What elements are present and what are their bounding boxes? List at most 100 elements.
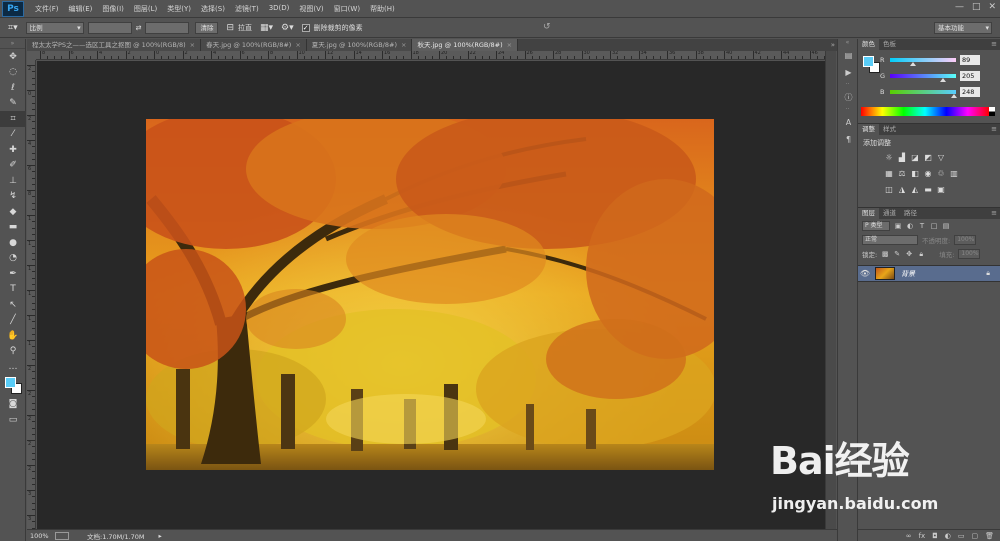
panel-grip[interactable]: » bbox=[0, 39, 25, 49]
levels-icon[interactable]: ▟ bbox=[897, 153, 907, 163]
menu-3d[interactable]: 3D(D) bbox=[264, 4, 295, 14]
slider-thumb[interactable] bbox=[910, 62, 917, 66]
curves-icon[interactable]: ◪ bbox=[910, 153, 920, 163]
quick-mask-icon[interactable]: ◙ bbox=[0, 397, 26, 413]
doc-tab-1[interactable]: 程太太学PS之——选区工具之抠图 @ 100%(RGB/8) × bbox=[27, 39, 202, 51]
actions-panel-icon[interactable]: ▶ bbox=[838, 64, 859, 81]
invert-icon[interactable]: ◫ bbox=[884, 185, 894, 195]
panel-grip[interactable]: ·· bbox=[838, 106, 857, 114]
lock-position-icon[interactable]: ✥ bbox=[905, 250, 913, 258]
foreground-color-swatch[interactable] bbox=[5, 376, 16, 388]
menu-view[interactable]: 视图(V) bbox=[294, 4, 328, 14]
crop-icon[interactable]: ⌗▾ bbox=[8, 23, 18, 33]
doc-tab-3[interactable]: 夏天.jpg @ 100%(RGB/8#) × bbox=[306, 39, 413, 51]
healing-brush-tool-icon[interactable]: ✚ bbox=[0, 142, 26, 158]
ratio-select[interactable]: 比例 bbox=[25, 22, 84, 34]
shape-tool-icon[interactable]: ╱ bbox=[0, 313, 26, 329]
opacity-input[interactable]: 100% bbox=[954, 235, 977, 245]
zoom-tool-icon[interactable]: ⚲ bbox=[0, 344, 26, 360]
panel-menu-icon[interactable]: ≡ bbox=[991, 39, 997, 50]
green-slider[interactable] bbox=[890, 74, 956, 82]
menu-select[interactable]: 选择(S) bbox=[196, 4, 230, 14]
reset-icon[interactable]: ↺ bbox=[543, 22, 551, 32]
link-layers-icon[interactable]: ∞ bbox=[906, 532, 912, 540]
color-lookup-icon[interactable]: ▥ bbox=[949, 169, 959, 179]
gear-icon[interactable]: ⚙▾ bbox=[281, 23, 294, 33]
dodge-tool-icon[interactable]: ◔ bbox=[0, 251, 26, 267]
close-window-button[interactable]: ✕ bbox=[988, 2, 996, 12]
marquee-tool-icon[interactable]: ◌ bbox=[0, 65, 26, 81]
tab-styles[interactable]: 样式 bbox=[879, 124, 900, 135]
layer-mask-icon[interactable]: ◘ bbox=[932, 532, 938, 540]
blend-mode-select[interactable]: 正常 bbox=[862, 235, 918, 245]
minimize-button[interactable]: — bbox=[955, 2, 964, 12]
foreground-color-swatch[interactable] bbox=[863, 56, 874, 67]
fill-input[interactable]: 100% bbox=[958, 249, 981, 259]
close-icon[interactable]: × bbox=[401, 39, 406, 51]
ratio-height-field[interactable] bbox=[145, 22, 190, 34]
new-group-icon[interactable]: ▭ bbox=[958, 532, 965, 540]
status-menu-icon[interactable]: ▸ bbox=[159, 532, 162, 540]
slider-thumb[interactable] bbox=[951, 94, 958, 98]
move-tool-icon[interactable]: ✥ bbox=[0, 49, 26, 65]
horizontal-ruler[interactable]: 8 6 4 2 0 2 4 6 8 10 12 14 16 18 20 22 24 26 28 30 32 34 36 38 4… bbox=[36, 51, 825, 60]
gradient-tool-icon[interactable]: ▬ bbox=[0, 220, 26, 236]
hand-tool-icon[interactable]: ✋ bbox=[0, 328, 26, 344]
smart-object-filter-icon[interactable]: ▤ bbox=[942, 222, 950, 230]
panel-grip[interactable]: ·· bbox=[838, 81, 857, 89]
eyedropper-tool-icon[interactable]: ⁄ bbox=[0, 127, 26, 143]
character-panel-icon[interactable]: A bbox=[838, 114, 859, 131]
history-brush-tool-icon[interactable]: ↯ bbox=[0, 189, 26, 205]
workspace-select[interactable]: 基本功能 bbox=[934, 22, 992, 34]
blue-value[interactable]: 248 bbox=[960, 87, 980, 97]
quick-select-tool-icon[interactable]: ✎ bbox=[0, 96, 26, 112]
lasso-tool-icon[interactable]: ℓ bbox=[0, 80, 26, 96]
eraser-tool-icon[interactable]: ◆ bbox=[0, 204, 26, 220]
green-value[interactable]: 205 bbox=[960, 71, 980, 81]
black-white-icon[interactable]: ◧ bbox=[910, 169, 920, 179]
swap-icon[interactable]: ⇄ bbox=[136, 24, 142, 32]
clone-stamp-tool-icon[interactable]: ⊥ bbox=[0, 173, 26, 189]
path-select-tool-icon[interactable]: ↖ bbox=[0, 297, 26, 313]
canvas-area[interactable] bbox=[37, 61, 825, 529]
panel-grip[interactable]: « bbox=[838, 39, 857, 47]
posterize-icon[interactable]: ◮ bbox=[897, 185, 907, 195]
screen-mode-icon[interactable]: ▭ bbox=[0, 412, 26, 428]
adjustment-filter-icon[interactable]: ◐ bbox=[906, 222, 914, 230]
menu-type[interactable]: 类型(Y) bbox=[162, 4, 196, 14]
type-filter-icon[interactable]: T bbox=[918, 222, 926, 230]
brush-tool-icon[interactable]: ✐ bbox=[0, 158, 26, 174]
share-icon[interactable] bbox=[55, 531, 69, 540]
layer-row[interactable]: 👁︎ 背景 🔒︎ bbox=[858, 265, 1000, 282]
ratio-width-field[interactable] bbox=[87, 22, 132, 34]
menu-layer[interactable]: 图层(L) bbox=[129, 4, 162, 14]
layer-style-icon[interactable]: fx bbox=[919, 532, 926, 540]
slider-thumb[interactable] bbox=[939, 78, 946, 82]
lock-all-icon[interactable]: 🔒︎ bbox=[917, 250, 925, 258]
zoom-level[interactable]: 100% bbox=[27, 532, 49, 540]
tab-channels[interactable]: 通道 bbox=[879, 208, 900, 219]
pixel-filter-icon[interactable]: ▣ bbox=[894, 222, 902, 230]
info-panel-icon[interactable]: ⓘ bbox=[838, 89, 859, 106]
autumn-tree-photo[interactable] bbox=[146, 119, 714, 470]
vertical-scrollbar[interactable] bbox=[825, 51, 836, 529]
doc-tab-2[interactable]: 春天.jpg @ 100%(RGB/8#) × bbox=[201, 39, 307, 51]
blue-slider[interactable] bbox=[890, 90, 958, 98]
menu-edit[interactable]: 编辑(E) bbox=[64, 4, 98, 14]
clear-button[interactable]: 清除 bbox=[195, 22, 219, 34]
selective-color-icon[interactable]: ▣ bbox=[936, 185, 946, 195]
black-white-ramp[interactable] bbox=[989, 107, 995, 116]
tab-swatches[interactable]: 色板 bbox=[879, 39, 900, 50]
straighten-label[interactable]: 拉直 bbox=[238, 23, 252, 33]
panel-menu-icon[interactable]: ≡ bbox=[991, 208, 997, 219]
tab-adjustments[interactable]: 调整 bbox=[858, 124, 879, 135]
vibrance-icon[interactable]: ▽ bbox=[936, 153, 946, 163]
menu-filter[interactable]: 滤镜(T) bbox=[230, 4, 264, 14]
menu-image[interactable]: 图像(I) bbox=[97, 4, 129, 14]
brightness-icon[interactable]: ☼ bbox=[884, 153, 894, 163]
lock-transparent-icon[interactable]: ▩ bbox=[881, 250, 889, 258]
hue-saturation-icon[interactable]: ▦ bbox=[884, 169, 894, 179]
paragraph-panel-icon[interactable]: ¶ bbox=[838, 131, 859, 148]
maximize-button[interactable]: □ bbox=[972, 2, 981, 12]
grid-overlay-icon[interactable]: ▦▾ bbox=[260, 23, 273, 33]
